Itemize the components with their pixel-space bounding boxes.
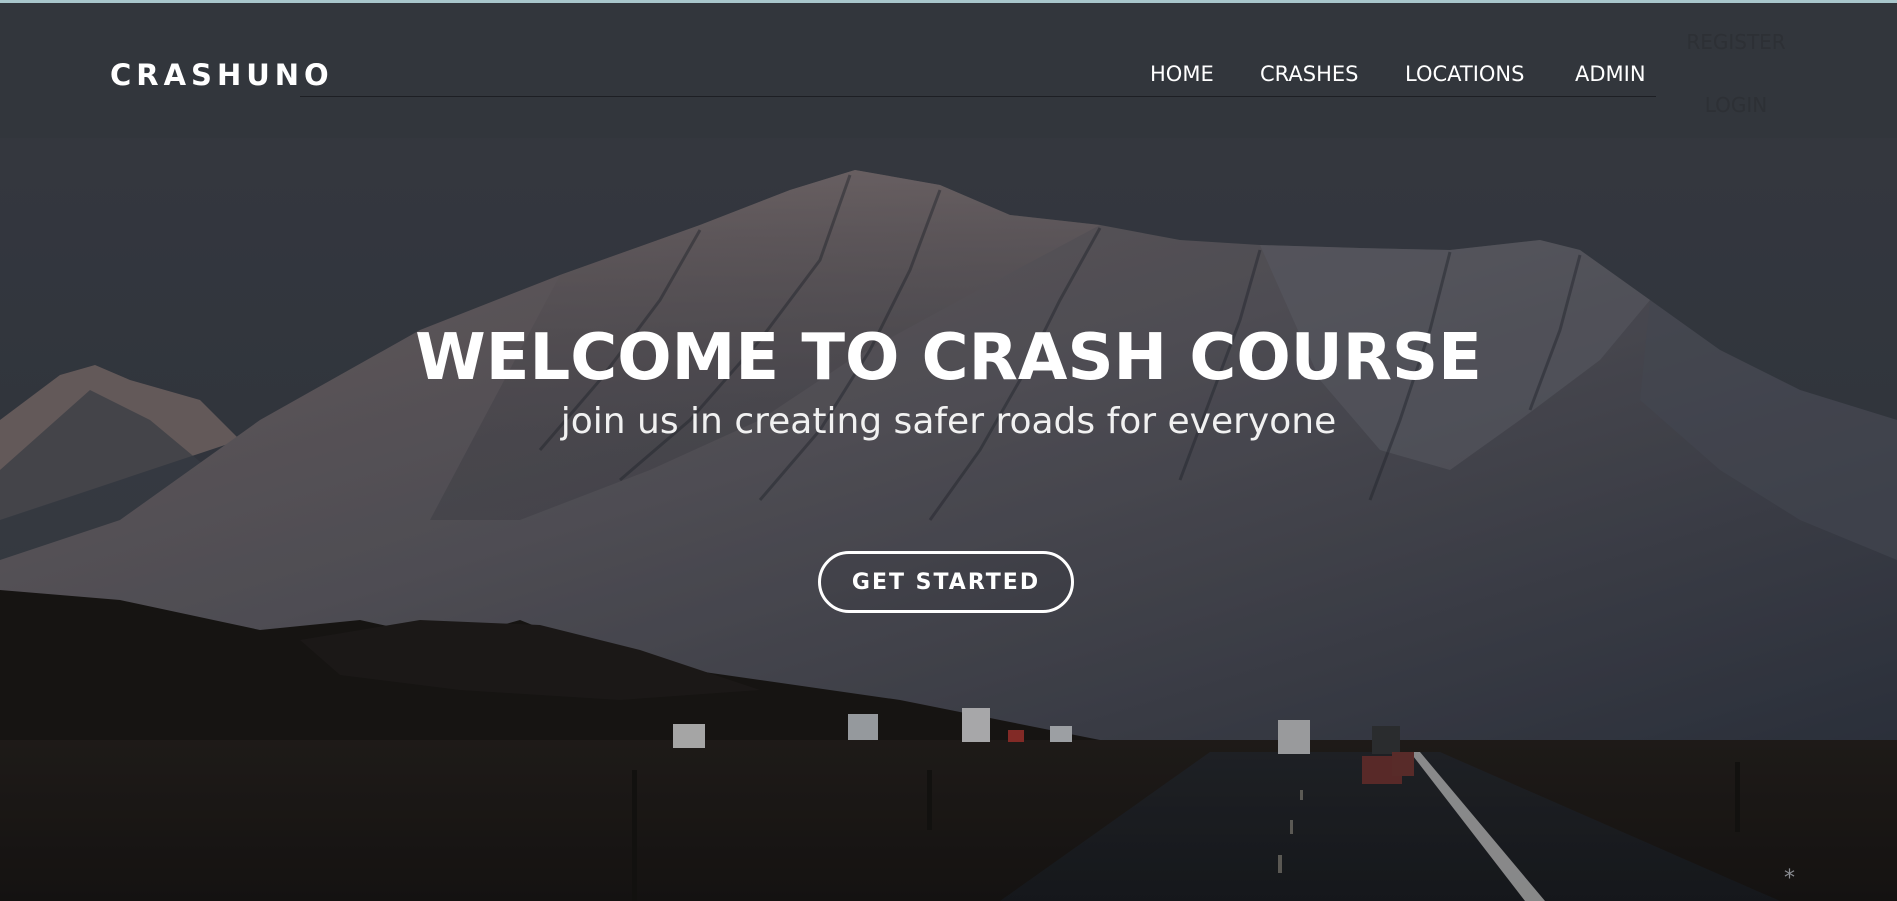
nav-crashes-link[interactable]: CRASHES — [1260, 60, 1359, 88]
top-accent-line — [0, 0, 1897, 3]
navbar-divider — [300, 96, 1656, 97]
register-link[interactable]: REGISTER — [1656, 29, 1816, 55]
corner-asterisk: * — [1784, 866, 1795, 891]
landing-page: CRASHUNO HOME CRASHES LOCATIONS ADMIN RE… — [0, 0, 1897, 901]
nav-home-link[interactable]: HOME — [1150, 60, 1214, 88]
login-link[interactable]: LOGIN — [1656, 92, 1816, 118]
nav-locations-link[interactable]: LOCATIONS — [1405, 60, 1524, 88]
hero-content: WELCOME TO CRASH COURSE join us in creat… — [0, 318, 1897, 444]
nav-admin-link[interactable]: ADMIN — [1575, 60, 1646, 88]
hero-title: WELCOME TO CRASH COURSE — [415, 321, 1482, 395]
hero-subtitle: join us in creating safer roads for ever… — [560, 401, 1337, 442]
top-navbar: CRASHUNO HOME CRASHES LOCATIONS ADMIN RE… — [0, 3, 1897, 138]
brand-logo[interactable]: CRASHUNO — [110, 57, 334, 93]
get-started-button[interactable]: GET STARTED — [818, 551, 1074, 613]
